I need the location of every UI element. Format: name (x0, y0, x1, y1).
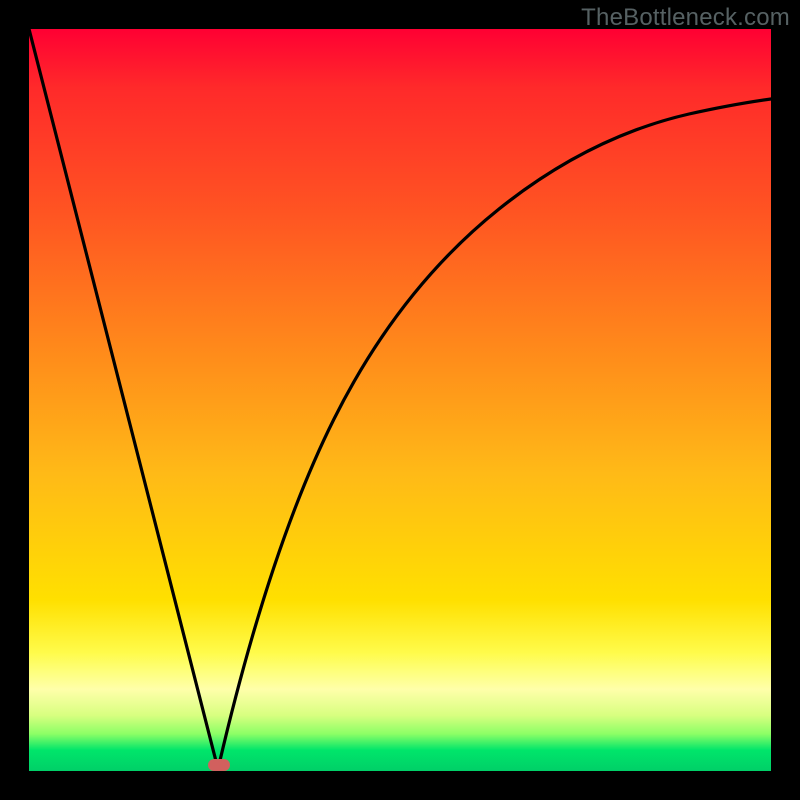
chart-frame: TheBottleneck.com (0, 0, 800, 800)
curve-left-branch (29, 29, 218, 769)
bottleneck-curve (29, 29, 771, 771)
plot-area (29, 29, 771, 771)
minimum-marker (208, 759, 230, 771)
curve-right-branch (218, 99, 771, 769)
watermark-text: TheBottleneck.com (581, 4, 790, 32)
